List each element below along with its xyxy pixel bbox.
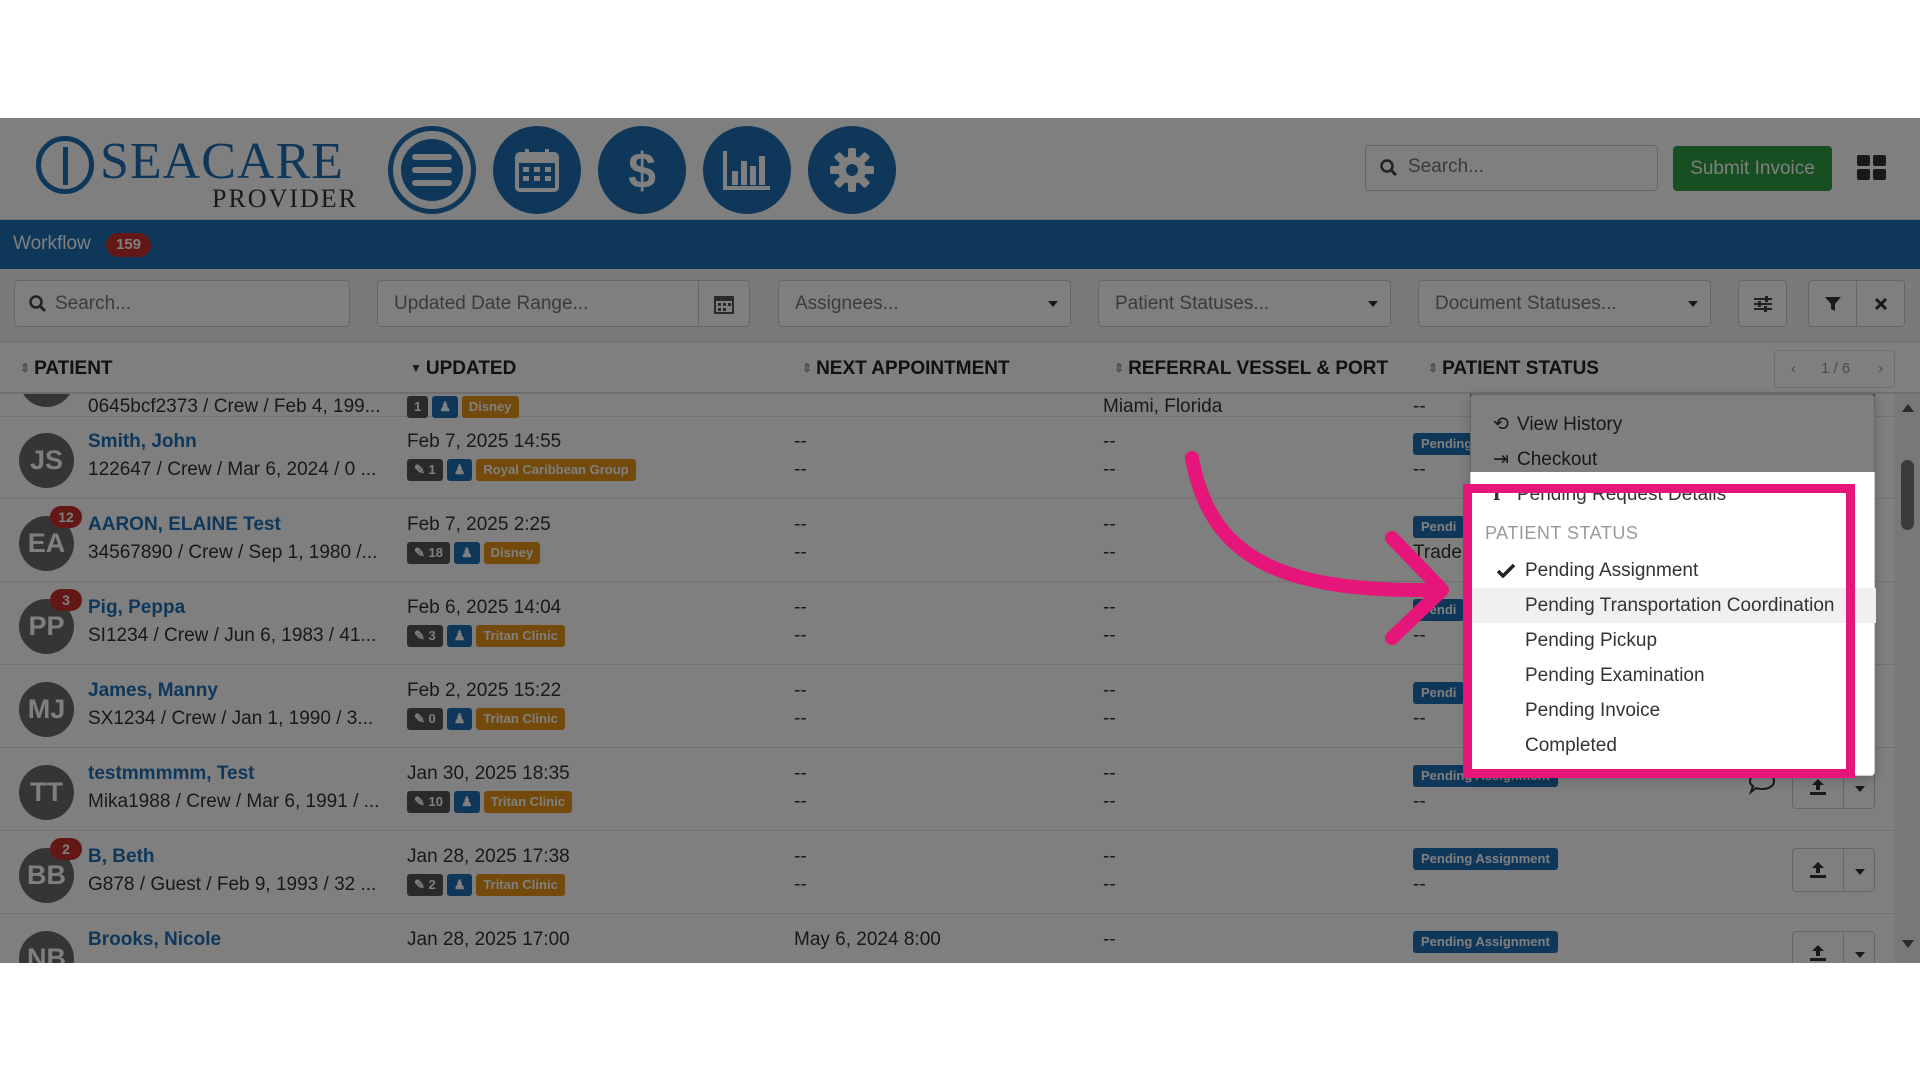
app-frame: SEACARE PROVIDER $ Submit Invoice Workfl… bbox=[0, 118, 1920, 963]
pointer-arrow-icon bbox=[1185, 451, 1449, 645]
menu-dim-overlay bbox=[1470, 394, 1875, 472]
highlight-box bbox=[1463, 484, 1855, 778]
